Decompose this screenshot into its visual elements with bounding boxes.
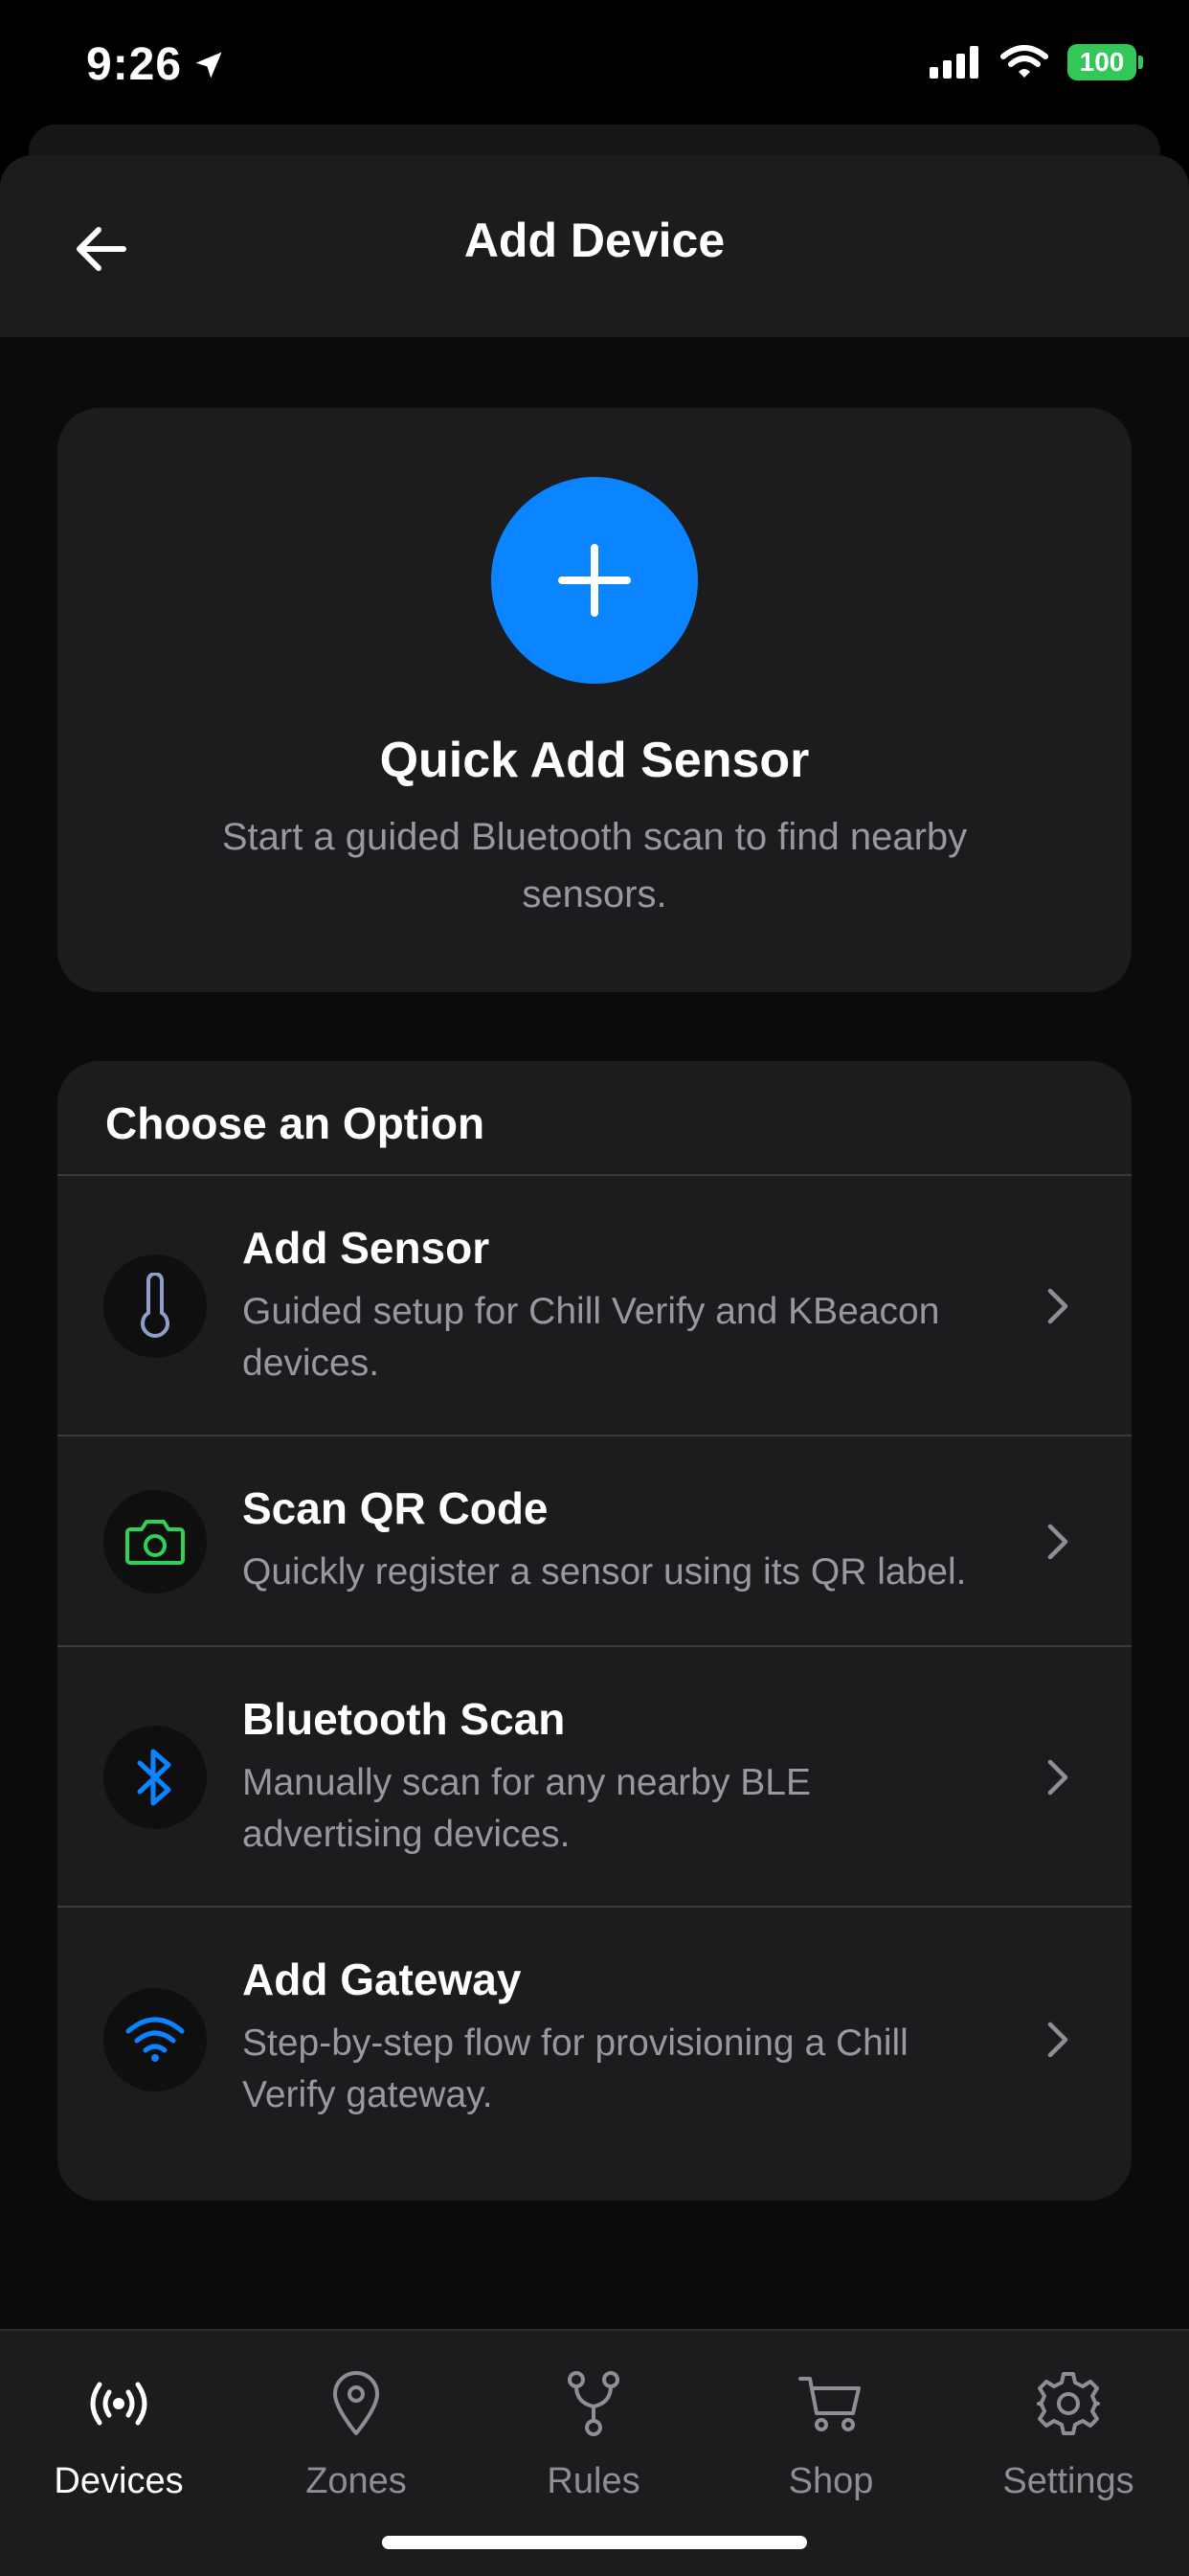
thermometer-icon [141,1273,169,1338]
plus-icon [558,544,631,617]
tab-label: Rules [547,2461,640,2501]
option-title: Scan QR Code [242,1483,549,1533]
cart-icon [797,2365,864,2442]
option-title: Add Sensor [242,1223,490,1273]
battery-indicator: 100 [1067,44,1136,80]
status-time-text: 9:26 [86,39,183,90]
camera-icon [125,1520,185,1565]
option-description: Quickly register a sensor using its QR l… [242,1551,967,1593]
options-heading: Choose an Option [105,1098,485,1148]
broadcast-icon [80,2365,157,2442]
tab-shop[interactable]: Shop [712,2365,950,2502]
location-arrow-icon [195,52,222,78]
chevron-right-icon [1043,1754,1072,1800]
option-description-line1: Manually scan for any nearby BLE [242,1762,811,1803]
option-description-line1: Guided setup for Chill Verify and KBeaco… [242,1291,940,1332]
tab-label: Zones [305,2461,407,2501]
tab-zones[interactable]: Zones [237,2365,475,2502]
chevron-right-icon [1043,2017,1072,2063]
battery-cap [1138,56,1143,69]
tab-settings[interactable]: Settings [950,2365,1187,2502]
cellular-signal-icon [930,46,978,79]
tab-rules[interactable]: Rules [475,2365,712,2502]
quick-add-title: Quick Add Sensor [379,733,810,788]
chevron-right-icon [1043,1519,1072,1565]
quick-add-button[interactable] [491,477,698,684]
option-description: Step-by-step flow for provisioning a Chi… [242,2018,1008,2121]
home-indicator [382,2536,807,2549]
status-time: 9:26 [86,38,226,91]
branch-icon [565,2365,622,2442]
option-scan-qr[interactable] [57,1436,1132,1645]
option-description-line2: advertising devices. [242,1814,571,1855]
gear-icon [1035,2365,1102,2442]
option-add-sensor-icon-wrap [103,1254,207,1358]
option-title: Add Gateway [242,1955,522,2004]
tab-devices[interactable]: Devices [0,2365,237,2502]
wifi-icon [125,2017,185,2062]
tab-label: Shop [788,2461,874,2501]
option-description-line2: Verify gateway. [242,2074,493,2115]
location-pin-icon [330,2365,382,2442]
chevron-right-icon [1043,1283,1072,1329]
option-description-line1: Step-by-step flow for provisioning a Chi… [242,2022,909,2064]
page-title: Add Device [463,214,726,267]
tab-label: Devices [54,2461,184,2501]
status-icons: 100 [930,44,1143,80]
quick-add-subtitle-line2: sensors. [522,873,667,915]
quick-add-subtitle-line1: Start a guided Bluetooth scan to find ne… [221,816,968,858]
option-description: Guided setup for Chill Verify and KBeaco… [242,1286,1008,1390]
option-description: Manually scan for any nearby BLE adverti… [242,1757,1008,1861]
option-title: Bluetooth Scan [242,1694,566,1744]
tab-label: Settings [1002,2461,1134,2501]
battery-level: 100 [1079,47,1125,77]
quick-add-subtitle: Start a guided Bluetooth scan to find ne… [153,808,1036,923]
option-bluetooth-icon-wrap [103,1726,207,1829]
bluetooth-icon [137,1749,171,1806]
option-scan-qr-icon-wrap [103,1490,207,1593]
wifi-status-icon [1000,45,1048,78]
option-gateway-icon-wrap [103,1988,207,2091]
option-description-line2: devices. [242,1343,380,1384]
